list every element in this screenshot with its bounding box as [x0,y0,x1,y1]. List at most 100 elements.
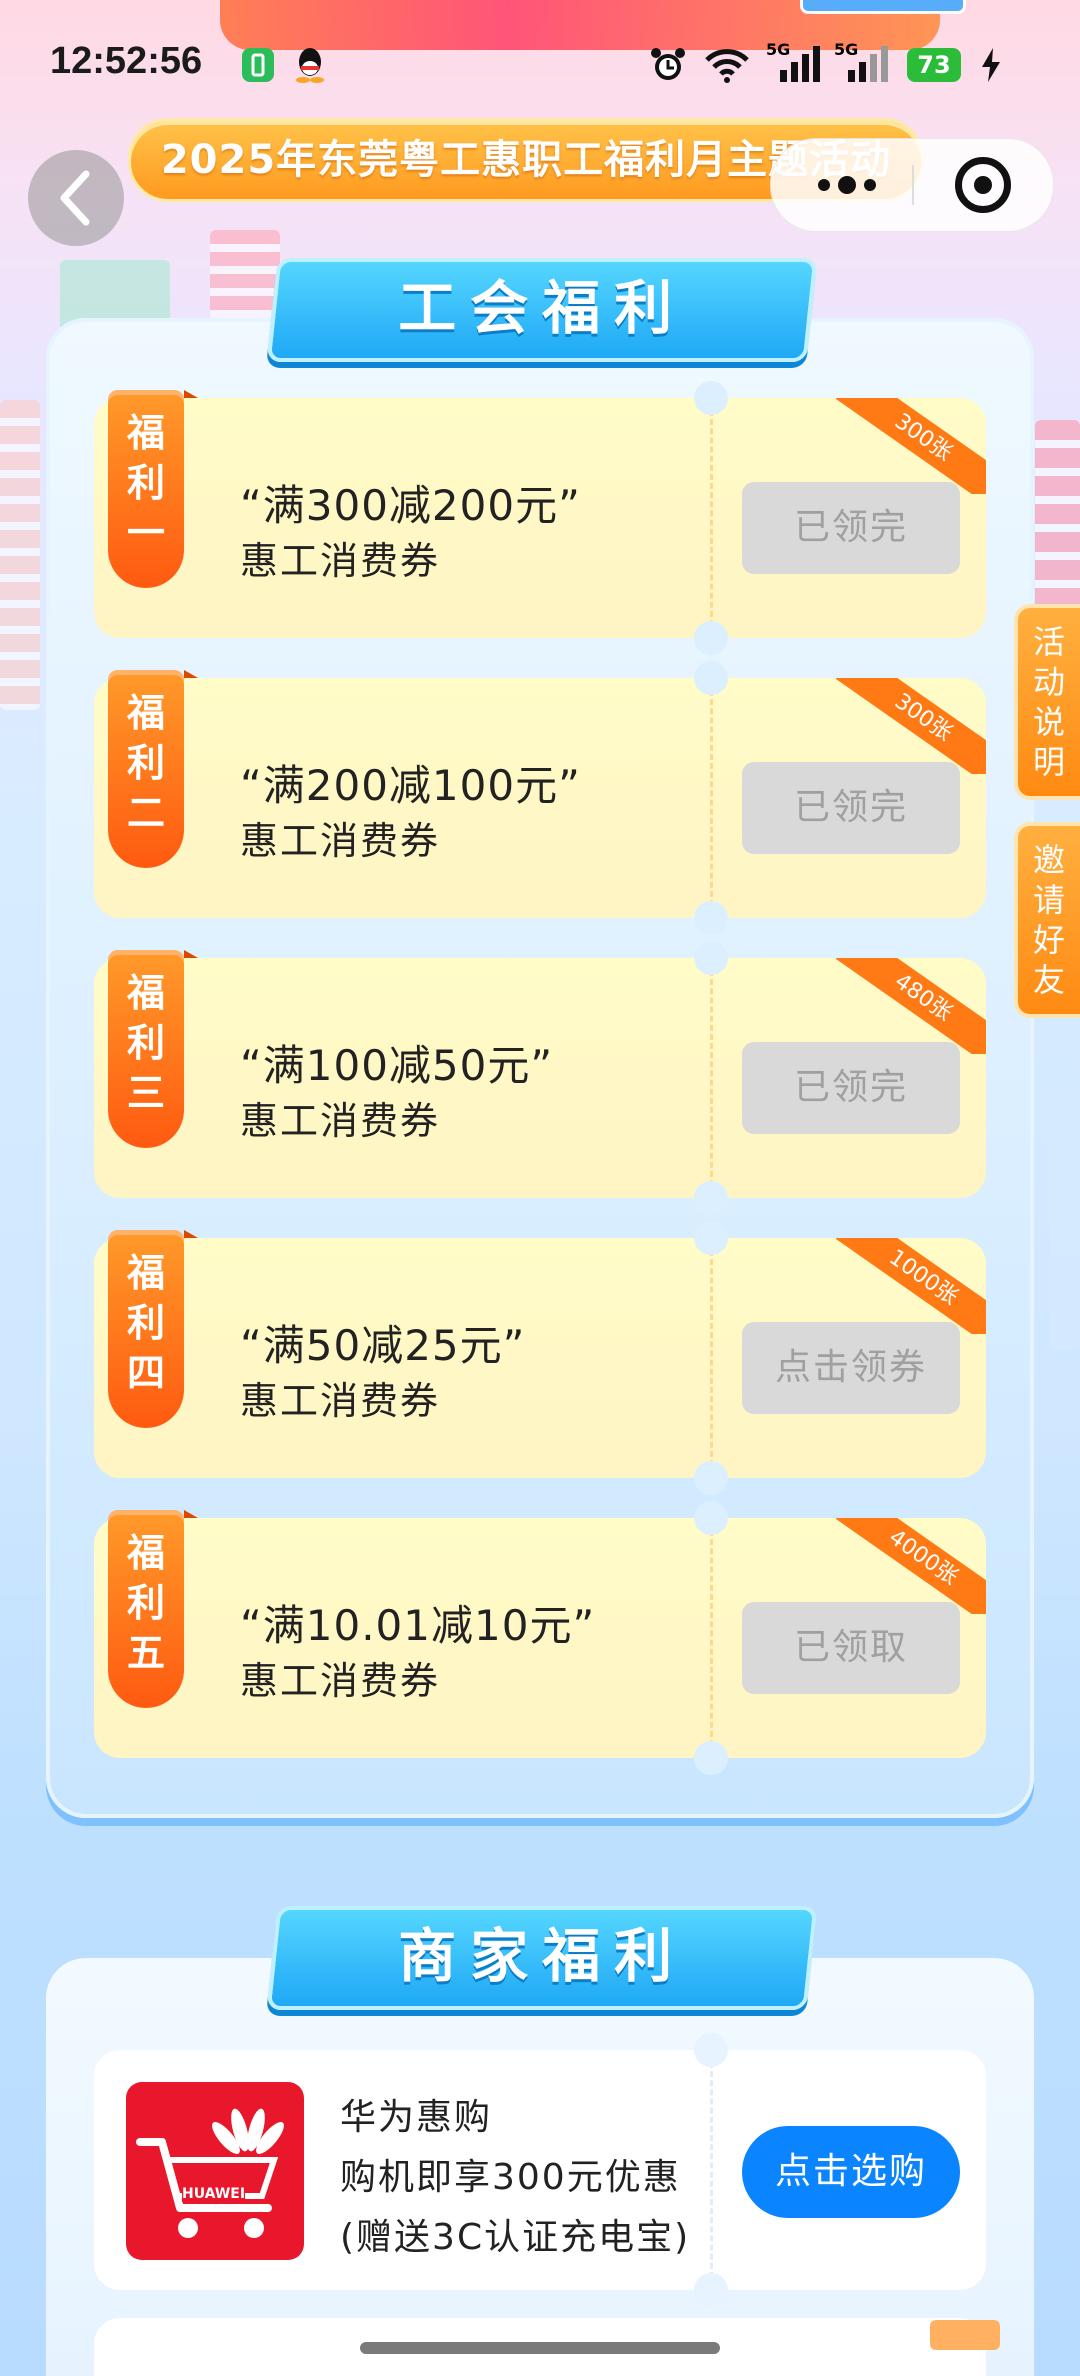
claim-coupon-button[interactable]: 已领取 [742,1602,960,1694]
union-welfare-title: 工会福利 [266,258,818,362]
status-bar: 12:52:56 5G 5G 73 [0,0,1080,120]
coupon-quantity: 480张 [836,958,986,1054]
close-miniprogram-button[interactable] [955,157,1011,213]
ribbon-char: 二 [126,791,165,835]
activity-rules-tab[interactable]: 活 动 说 明 [1014,604,1080,800]
ribbon-char: 利 [126,461,165,505]
ribbon-char: 五 [126,1631,165,1675]
ribbon-char: 一 [126,511,165,555]
merchant-gift: (赠送3C认证充电宝) [340,2217,691,2258]
tab-char: 动 [1032,663,1065,701]
buy-now-button[interactable]: 点击选购 [742,2126,960,2218]
coupon-title: “满50减25元” [240,1321,526,1370]
coupon-card: 福利一 “满300减200元” 惠工消费券 300张 已领完 [94,381,986,655]
coupon-ribbon: 福利三 [108,950,198,1148]
miniprogram-capsule [770,138,1054,232]
coupon-quantity-badge: 300张 [836,678,986,774]
coupon-notch [694,941,728,975]
claim-coupon-button[interactable]: 已领完 [742,482,960,574]
tab-char: 明 [1032,743,1065,781]
logo-text: HUAWEI [182,2186,246,2202]
coupon-divider [710,970,713,1186]
coupon-divider [710,1530,713,1746]
home-indicator[interactable] [360,2342,720,2354]
coupon-quantity: 300张 [836,398,986,494]
wifi-icon [702,46,752,84]
tab-char: 友 [1032,961,1065,999]
claim-coupon-button[interactable]: 已领完 [742,762,960,854]
chevron-left-icon [60,170,90,226]
card-notch [694,2273,728,2307]
coupon-quantity-badge: 480张 [836,958,986,1054]
invite-friends-tab[interactable]: 邀 请 好 友 [1014,822,1080,1018]
coupon-subtitle: 惠工消费券 [240,1659,441,1703]
ribbon-char: 三 [126,1071,165,1115]
coupon-divider [710,410,713,626]
ribbon-char: 利 [126,1581,165,1625]
background-building [1050,1100,1080,1350]
ribbon-char: 福 [126,691,165,735]
ribbon-char: 利 [126,741,165,785]
status-time: 12:52:56 [50,40,203,82]
signal-5g-icon-2: 5G [832,40,892,84]
coupon-divider [710,690,713,906]
merchant-card: HUAWEI 华为惠购 购机即享300元优惠 (赠送3C认证充电宝) 点击选购 [94,2033,986,2307]
coupon-quantity: 1000张 [836,1238,986,1334]
ribbon-char: 利 [126,1021,165,1065]
coupon-notch [694,1501,728,1535]
ribbon-char: 四 [126,1351,165,1395]
coupon-subtitle: 惠工消费券 [240,1099,441,1143]
coupon-title: “满200减100元” [240,761,581,810]
next-card-badge [930,2320,1000,2350]
coupon-notch [694,621,728,655]
ribbon-char: 利 [126,1301,165,1345]
more-dot-icon [818,179,830,191]
ribbon-char: 福 [126,1531,165,1575]
coupon-quantity: 4000张 [836,1518,986,1614]
card-notch [694,2033,728,2067]
coupon-notch [694,381,728,415]
tab-char: 好 [1032,921,1065,959]
coupon-notch [694,1461,728,1495]
coupon-notch [694,1221,728,1255]
coupon-ribbon: 福利五 [108,1510,198,1708]
coupon-card: 福利二 “满200减100元” 惠工消费券 300张 已领完 [94,661,986,935]
coupon-quantity: 300张 [836,678,986,774]
coupon-title: “满100减50元” [240,1041,554,1090]
coupon-title: “满10.01减10元” [240,1601,596,1650]
alarm-icon [648,46,688,84]
claim-coupon-button[interactable]: 点击领券 [742,1322,960,1414]
background-building [0,400,40,710]
page: 惠工消费券 12:52:56 5G 5G 73 2025年东莞粤工 [0,0,1080,2376]
back-button[interactable] [28,150,124,246]
coupon-ribbon: 福利一 [108,390,198,588]
coupon-quantity-badge: 4000张 [836,1518,986,1614]
signal-5g-icon: 5G [764,40,824,84]
coupon-title: “满300减200元” [240,481,581,530]
tab-char: 请 [1032,881,1065,919]
battery-icon: 73 [904,46,964,84]
background-building [210,230,280,330]
coupon-quantity-badge: 300张 [836,398,986,494]
ribbon-char: 福 [126,411,165,455]
tab-char: 邀 [1032,841,1065,879]
capsule-divider [912,165,914,205]
coupon-ribbon: 福利二 [108,670,198,868]
merchant-name: 华为惠购 [340,2097,493,2138]
merchant-offer: 购机即享300元优惠 [340,2157,681,2198]
coupon-quantity-badge: 1000张 [836,1238,986,1334]
claim-coupon-button[interactable]: 已领完 [742,1042,960,1134]
coupon-card: 福利三 “满100减50元” 惠工消费券 480张 已领完 [94,941,986,1215]
more-dot-icon [838,176,856,194]
charging-icon [976,46,1006,84]
coupon-notch [694,1181,728,1215]
more-options-button[interactable] [811,167,883,203]
coupon-subtitle: 惠工消费券 [240,1379,441,1423]
cart-icon [136,2108,284,2238]
tab-char: 活 [1032,623,1065,661]
coupon-notch [694,1741,728,1775]
coupon-card: 福利四 “满50减25元” 惠工消费券 1000张 点击领券 [94,1221,986,1495]
coupon-notch [694,901,728,935]
huawei-logo: HUAWEI [126,2082,304,2260]
tab-char: 说 [1032,703,1065,741]
